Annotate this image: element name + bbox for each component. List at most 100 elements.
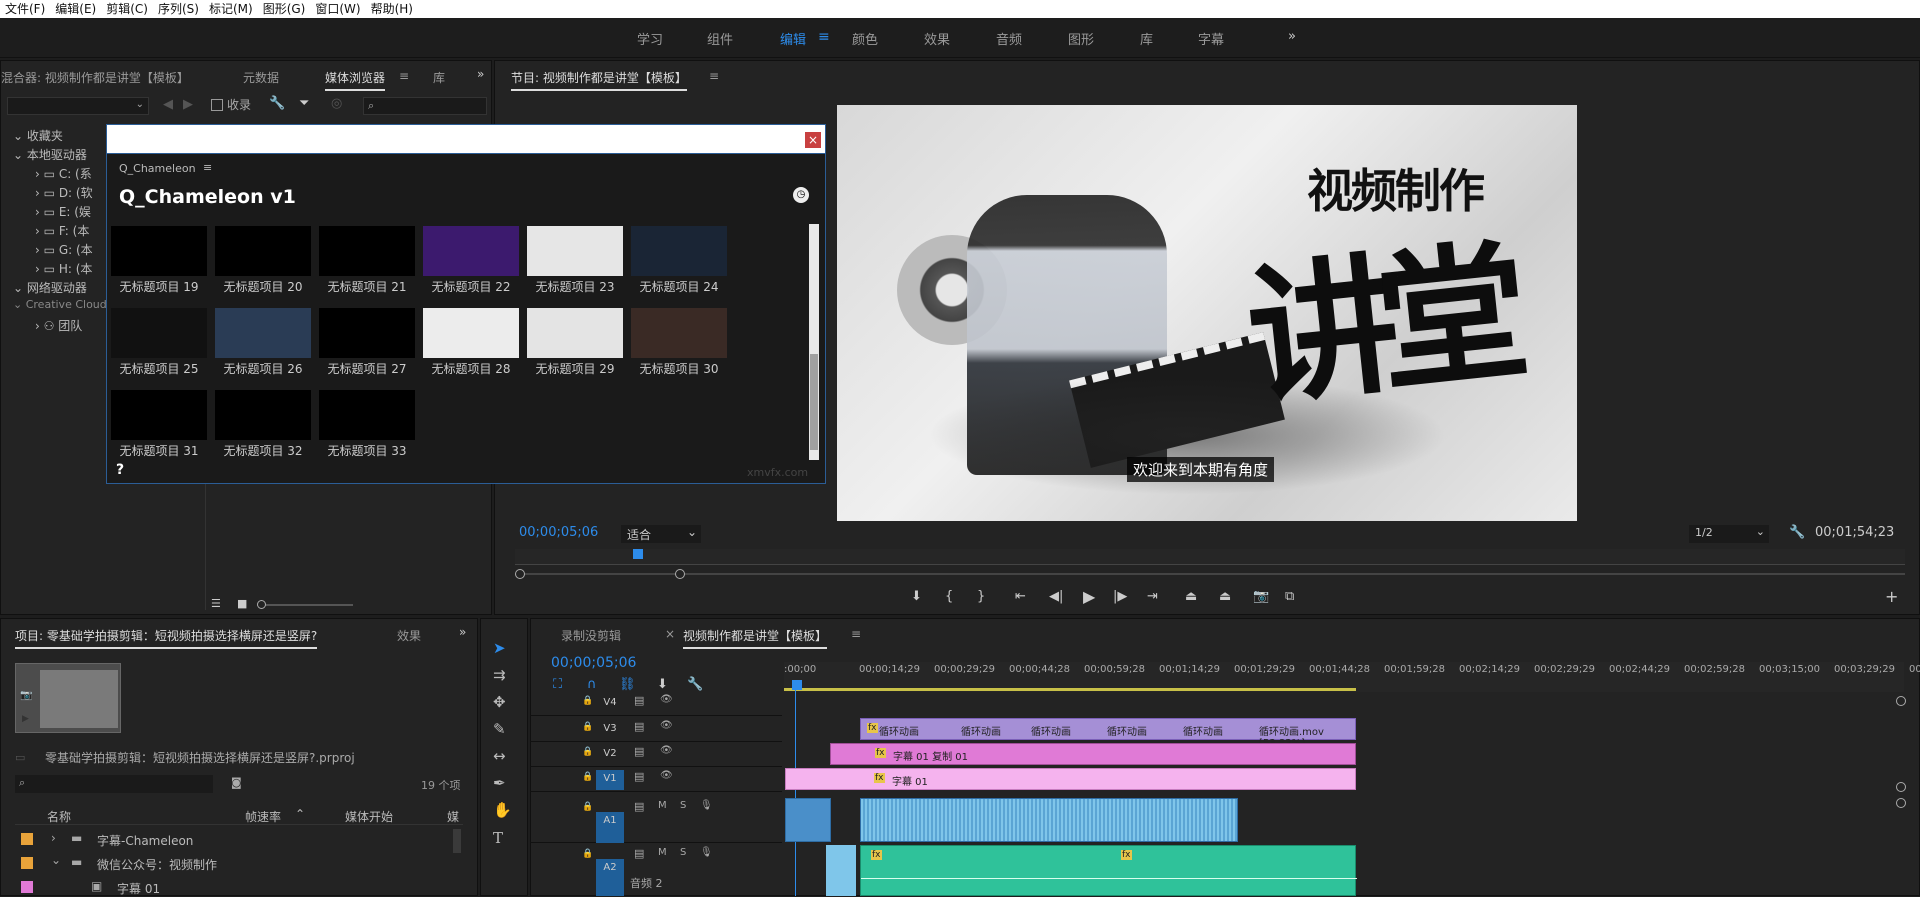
tree-item-local-drives[interactable]: ⌄ 本地驱动器 [13, 146, 87, 163]
track-select-tool-icon[interactable]: ⇉ [493, 666, 506, 684]
label-color-swatch[interactable] [21, 833, 33, 845]
workspace-assembly[interactable]: 组件 [707, 29, 733, 48]
label-color-swatch[interactable] [21, 857, 33, 869]
mute-button[interactable]: M [658, 847, 667, 858]
template-thumbnail[interactable] [111, 226, 207, 276]
lock-icon[interactable]: 🔒 [582, 802, 593, 812]
template-thumbnail[interactable] [111, 308, 207, 358]
tree-item-drive-h[interactable]: › ▭ H: (本 [35, 260, 92, 277]
add-marker-icon[interactable]: ⬇ [657, 677, 668, 692]
workspace-graphics[interactable]: 图形 [1068, 29, 1094, 48]
lock-icon[interactable]: 🔒 [582, 696, 593, 706]
column-media[interactable]: 媒 [447, 808, 459, 825]
v2-clip[interactable]: fx 字幕 01 复制 01 [830, 743, 1356, 765]
program-time-ruler[interactable] [515, 549, 1905, 565]
v1-clip[interactable]: fx 字幕 01 [785, 768, 1356, 790]
workspace-audio[interactable]: 音频 [996, 29, 1022, 48]
tree-item-drive-d[interactable]: › ▭ D: (软 [35, 184, 93, 201]
eye-icon[interactable]: 👁 [660, 720, 673, 731]
workspace-overflow-icon[interactable]: » [1288, 29, 1296, 44]
tree-item-drive-e[interactable]: › ▭ E: (娱 [35, 203, 91, 220]
wrench-icon[interactable]: 🔧 [269, 96, 285, 111]
tab-audio-mixer[interactable]: 混合器: 视频制作都是讲堂【模板】 [1, 69, 189, 86]
a2-clip[interactable]: fx fx [860, 845, 1357, 896]
project-row[interactable]: ▣ 字幕 01 [15, 877, 455, 897]
track-target-label[interactable]: A1 [596, 812, 624, 843]
list-view-icon[interactable]: ☰ [211, 597, 221, 610]
panel-menu-icon[interactable]: ≡ [399, 69, 409, 83]
program-playhead[interactable] [633, 549, 644, 559]
razor-tool-icon[interactable]: ✎ [493, 720, 506, 738]
icon-view-icon[interactable]: ■ [237, 597, 247, 610]
chameleon-tab[interactable]: Q_Chameleon [119, 162, 196, 175]
sync-lock-icon[interactable]: ▤ [634, 847, 644, 860]
template-thumbnail[interactable] [423, 226, 519, 276]
close-button[interactable]: × [805, 132, 821, 148]
vertical-zoom-handle[interactable] [1896, 782, 1906, 792]
type-tool-icon[interactable]: T [493, 829, 503, 847]
column-name[interactable]: 名称 [47, 808, 71, 825]
menu-file[interactable]: 文件(F) [0, 0, 50, 18]
menu-clip[interactable]: 剪辑(C) [101, 0, 153, 18]
menu-help[interactable]: 帮助(H) [366, 0, 418, 18]
play-icon[interactable]: ▶ [1083, 587, 1095, 606]
program-zoom-bar[interactable] [515, 569, 1905, 579]
tree-item-drive-f[interactable]: › ▭ F: (本 [35, 222, 89, 239]
pen-tool-icon[interactable]: ✒ [493, 774, 506, 792]
zoom-handle-left[interactable] [515, 569, 525, 579]
menu-marker[interactable]: 标记(M) [204, 0, 258, 18]
go-to-in-icon[interactable]: ⇤ [1015, 589, 1026, 604]
volume-keyframe-line[interactable] [861, 878, 1357, 879]
tree-item-drive-c[interactable]: › ▭ C: (系 [35, 165, 92, 182]
eye-icon[interactable]: 👁 [660, 745, 673, 756]
chameleon-menu-icon[interactable]: ≡ [203, 161, 212, 174]
eye-icon[interactable]: 👁 [660, 694, 673, 705]
sync-lock-icon[interactable]: ▤ [634, 800, 644, 813]
workspace-effects[interactable]: 效果 [924, 29, 950, 48]
settings-wrench-icon[interactable]: 🔧 [1789, 525, 1805, 540]
mute-button[interactable]: M [658, 800, 667, 811]
nest-icon[interactable]: ⛶ [553, 677, 562, 692]
vertical-zoom-handle[interactable] [1896, 798, 1906, 808]
template-thumbnail[interactable] [215, 390, 311, 440]
template-thumbnail[interactable] [319, 390, 415, 440]
view-icon[interactable]: ◎ [331, 96, 342, 111]
program-menu-icon[interactable]: ≡ [709, 69, 719, 83]
project-row[interactable]: ⌄ ▬ 微信公众号：视频制作 [15, 853, 455, 877]
microphone-icon[interactable]: 🎙 [700, 800, 713, 811]
a2-clip-small[interactable] [826, 845, 856, 896]
project-overflow-icon[interactable]: » [459, 625, 466, 639]
panel-overflow-icon[interactable]: » [477, 67, 484, 81]
workspace-color[interactable]: 颜色 [852, 29, 878, 48]
help-icon[interactable]: ? [116, 462, 124, 478]
project-scrollbar[interactable] [453, 829, 461, 853]
new-bin-icon[interactable]: ◙ [231, 776, 242, 789]
favorites-checkbox[interactable] [211, 99, 223, 111]
grid-scrollbar-thumb[interactable] [810, 354, 818, 450]
work-area-bar[interactable] [784, 688, 1356, 691]
solo-button[interactable]: S [680, 800, 686, 811]
template-thumbnail[interactable] [527, 308, 623, 358]
go-to-out-icon[interactable]: ⇥ [1147, 589, 1158, 604]
project-search-input[interactable]: ⌕ [15, 775, 213, 793]
sync-lock-icon[interactable]: ▤ [634, 720, 644, 733]
template-thumbnail[interactable] [215, 308, 311, 358]
slip-tool-icon[interactable]: ↔ [493, 747, 506, 765]
tree-item-favorites[interactable]: ⌄ 收藏夹 [13, 127, 63, 144]
microphone-icon[interactable]: 🎙 [700, 847, 713, 858]
chevron-right-icon[interactable]: › [51, 831, 56, 845]
mark-in-icon[interactable]: { [945, 589, 953, 604]
sync-lock-icon[interactable]: ▤ [634, 745, 644, 758]
settings-wrench-icon[interactable]: 🔧 [687, 677, 703, 692]
step-back-icon[interactable]: ◀| [1049, 589, 1063, 604]
ripple-edit-tool-icon[interactable]: ✥ [493, 693, 506, 711]
selection-tool-icon[interactable]: ➤ [493, 639, 506, 657]
track-target-label[interactable]: V3 [596, 720, 624, 740]
menu-window[interactable]: 窗口(W) [310, 0, 365, 18]
sync-lock-icon[interactable]: ▤ [634, 694, 644, 707]
snap-icon[interactable]: ∩ [587, 677, 597, 692]
lock-icon[interactable]: 🔒 [582, 772, 593, 782]
close-tab-icon[interactable]: × [665, 627, 675, 641]
comparison-view-icon[interactable]: ⧉ [1285, 589, 1294, 604]
eye-icon[interactable]: 👁 [660, 770, 673, 781]
